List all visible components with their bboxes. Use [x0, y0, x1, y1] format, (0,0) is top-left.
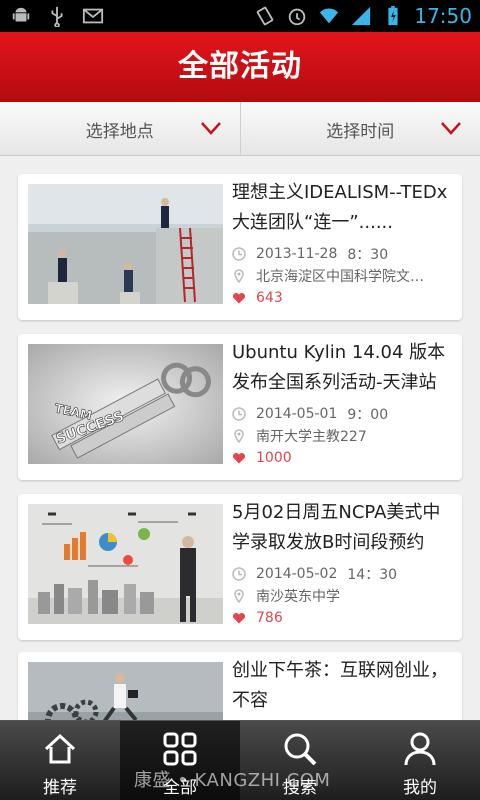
- tab-recommended-label: 推荐: [43, 778, 77, 798]
- event-title: 理想主义IDEALISM--TEDx大连团队“连一”......: [232, 182, 448, 233]
- event-datetime: 2014-05-01 9：00: [232, 404, 454, 424]
- search-icon: [284, 733, 317, 766]
- status-time: 17:50: [414, 4, 472, 28]
- event-thumbnail: [28, 184, 223, 304]
- time-filter[interactable]: 选择时间: [239, 102, 480, 156]
- event-location-text: 南沙英东中学: [256, 589, 340, 605]
- heart-icon: [232, 452, 246, 464]
- event-title: Ubuntu Kylin 14.04 版本发布全国系列活动-天津站: [232, 342, 446, 393]
- heart-icon: [232, 292, 246, 304]
- event-title: 创业下午茶：互联网创业，不容: [232, 660, 448, 711]
- vibrate-icon: [257, 6, 274, 26]
- usb-icon: [51, 6, 63, 27]
- event-card[interactable]: 理想主义IDEALISM--TEDx大连团队“连一”...... 2013-11…: [18, 174, 462, 320]
- filter-bar: 选择地点 选择时间: [0, 102, 480, 156]
- event-likes: 786: [232, 610, 454, 626]
- location-pin-icon: [234, 589, 244, 603]
- event-location: 南开大学主教227: [232, 426, 454, 446]
- event-location: 南沙英东中学: [232, 586, 454, 606]
- grid-icon: [163, 732, 197, 766]
- alarm-icon: [289, 8, 306, 26]
- location-pin-icon: [234, 269, 244, 283]
- heart-icon: [232, 612, 246, 624]
- clock-icon: [232, 247, 246, 261]
- event-datetime: 2013-11-28 8：30: [232, 244, 454, 264]
- location-pin-icon: [234, 429, 244, 443]
- location-filter[interactable]: 选择地点: [0, 102, 240, 156]
- time-filter-label: 选择时间: [326, 121, 395, 142]
- battery-icon: [388, 5, 398, 26]
- page-title: 全部活动: [178, 49, 302, 84]
- tab-recommended[interactable]: 推荐: [0, 721, 120, 800]
- event-date: 2013-11-28: [256, 246, 338, 262]
- clock-icon: [232, 567, 246, 581]
- tab-mine-label: 我的: [403, 778, 437, 798]
- tab-all-label: 全部: [163, 778, 197, 798]
- event-date: 2014-05-01: [256, 406, 338, 422]
- event-location-text: 北京海淀区中国科学院文…: [256, 269, 424, 285]
- event-likes: 1000: [232, 450, 454, 466]
- event-likes-count: 786: [256, 610, 283, 626]
- event-likes: 643: [232, 290, 454, 306]
- chevron-down-icon: [200, 122, 221, 135]
- status-bar: 17:50: [0, 0, 480, 32]
- event-likes-count: 643: [256, 290, 283, 306]
- tab-search[interactable]: 搜索: [240, 721, 360, 800]
- event-thumbnail: [28, 504, 223, 624]
- event-card[interactable]: 5月02日周五NCPA美式中学录取发放B时间段预约 2014-05-02 14：…: [18, 494, 462, 640]
- android-icon: [12, 7, 30, 22]
- tab-all[interactable]: 全部: [120, 721, 240, 800]
- event-date: 2014-05-02: [256, 566, 338, 582]
- gmail-icon: [82, 8, 104, 24]
- event-card[interactable]: TEAM SUCCESS Ubuntu Kylin 14.04 版本发布全国系列…: [18, 334, 462, 480]
- bottom-nav: 推荐 全部 搜索 我的: [0, 720, 480, 800]
- event-likes-count: 1000: [256, 450, 292, 466]
- event-time: 8：30: [347, 247, 389, 263]
- event-datetime: 2014-05-02 14：30: [232, 564, 454, 584]
- event-time: 14：30: [347, 567, 398, 583]
- user-icon: [404, 732, 436, 766]
- event-thumbnail: TEAM SUCCESS: [28, 344, 223, 464]
- event-location-text: 南开大学主教227: [256, 429, 367, 445]
- clock-icon: [232, 407, 246, 421]
- chevron-down-icon: [441, 122, 461, 135]
- event-time: 9：00: [347, 407, 389, 423]
- tab-mine[interactable]: 我的: [360, 721, 480, 800]
- wifi-icon: [320, 8, 339, 24]
- title-bar: 全部活动: [0, 32, 480, 102]
- event-location: 北京海淀区中国科学院文…: [232, 266, 454, 286]
- event-title: 5月02日周五NCPA美式中学录取发放B时间段预约: [232, 502, 441, 553]
- tab-search-label: 搜索: [283, 778, 317, 798]
- location-filter-label: 选择地点: [85, 121, 154, 142]
- home-icon: [44, 733, 76, 764]
- signal-icon: [352, 6, 371, 26]
